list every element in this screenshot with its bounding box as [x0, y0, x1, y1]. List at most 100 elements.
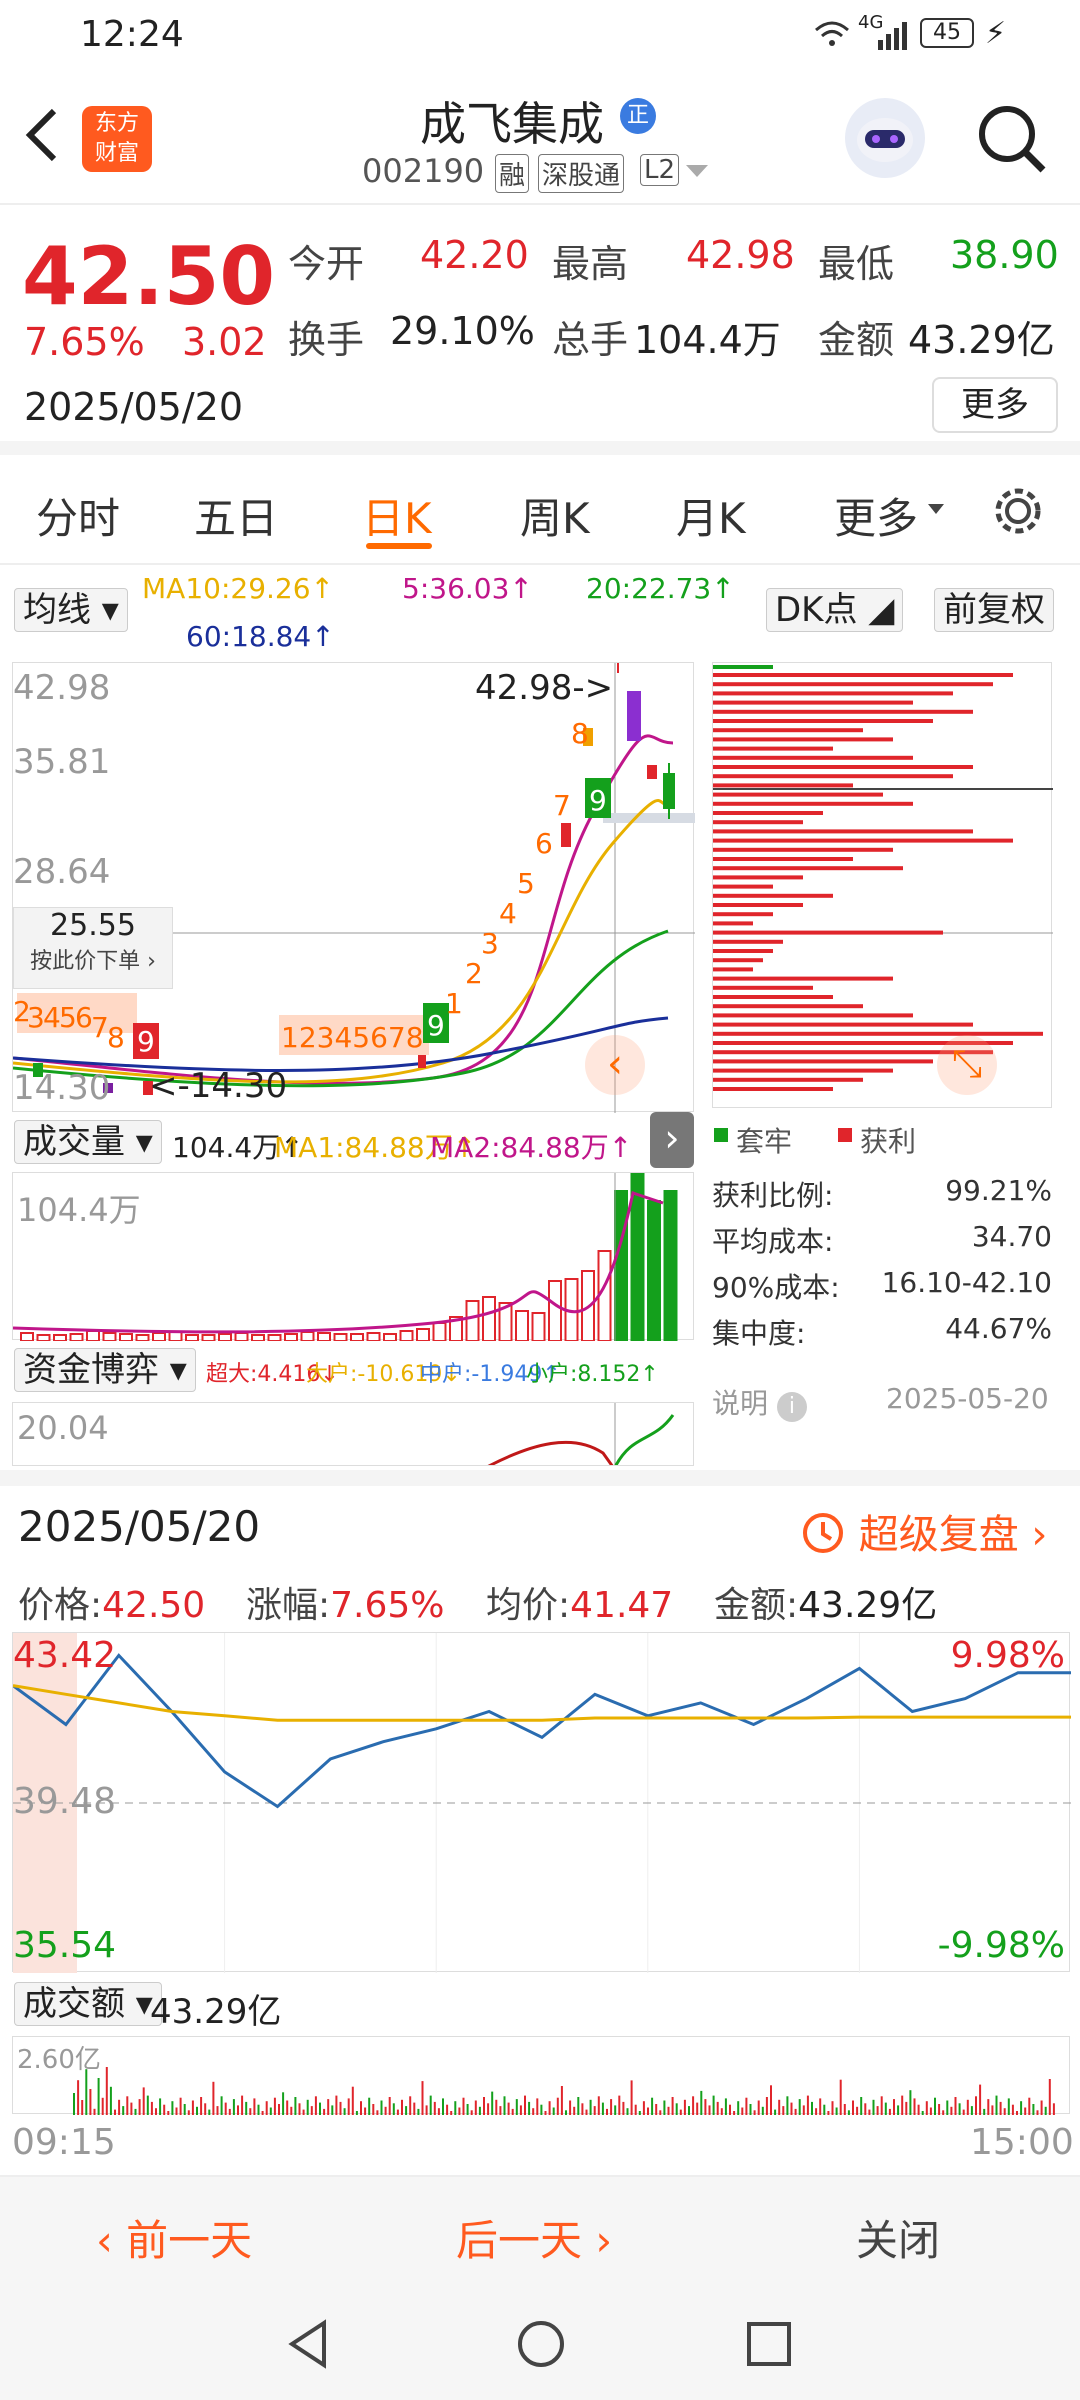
chip-distribution-chart[interactable]: ⤡: [712, 662, 1053, 1108]
amount-bar: [991, 2105, 994, 2115]
amount-bar: [302, 2109, 305, 2115]
more-button[interactable]: 更多: [932, 377, 1058, 433]
amount-bar: [478, 2106, 481, 2115]
amount-bar: [278, 2104, 280, 2115]
tab-intraday[interactable]: 分时: [36, 485, 120, 546]
amount-bar: [183, 2104, 186, 2115]
volume-bar: [234, 1332, 249, 1342]
intraday-chart[interactable]: 43.42 39.48 35.54 9.98% -9.98%: [12, 1632, 1071, 1973]
volume-selector[interactable]: 成交量 ▾: [14, 1120, 162, 1164]
amount-bar: [171, 2101, 174, 2115]
amount-bar: [597, 2096, 600, 2115]
stock-code: 002190: [362, 152, 485, 190]
amount-bar: [421, 2081, 424, 2115]
amount-bar: [323, 2108, 326, 2115]
collapse-chevron-icon[interactable]: ›: [650, 1112, 694, 1168]
chip-bar: [713, 719, 933, 723]
amount-bar: [446, 2104, 449, 2115]
amount-selector[interactable]: 成交额 ▾: [14, 1982, 162, 2026]
chip-bar: [713, 903, 803, 907]
amount-bar: [249, 2108, 252, 2115]
amount-bar: [999, 2101, 1002, 2115]
volume-chart[interactable]: 104.4万: [12, 1170, 694, 1342]
chip-bar: [713, 1059, 933, 1064]
volume-bar: [218, 1333, 232, 1342]
tab-monthly-k[interactable]: 月K: [676, 485, 746, 546]
ma-selector[interactable]: 均线 ▾: [14, 588, 128, 632]
amount-bar: [835, 2107, 838, 2115]
chip-note[interactable]: 说明 i: [712, 1382, 807, 1422]
nav-back-icon[interactable]: [284, 2319, 334, 2373]
amount-bar: [77, 2080, 80, 2115]
chip-bar: [713, 857, 853, 861]
turnover-label: 换手: [288, 318, 365, 362]
chevron-left-icon[interactable]: ‹: [585, 1035, 645, 1095]
adjust-selector[interactable]: 前复权: [934, 588, 1054, 632]
amount-bar: [852, 2100, 854, 2115]
review-pct: 涨幅:7.65%: [246, 1576, 445, 1628]
dropdown-icon[interactable]: [686, 164, 708, 183]
dk-point-selector[interactable]: DK点 ◢: [766, 588, 904, 632]
amount-bar: [429, 2095, 432, 2115]
assistant-avatar[interactable]: [845, 98, 925, 178]
gear-icon[interactable]: [990, 483, 1046, 543]
tab-weekly-k[interactable]: 周K: [520, 485, 590, 546]
chip-stat-row: 集中度: 44.67%: [712, 1312, 1052, 1352]
amount-bar: [847, 2110, 850, 2115]
amount-bar: [175, 2107, 178, 2115]
amount-bar: [191, 2100, 194, 2115]
kline-chart[interactable]: 2345678 9 12345678 9 12345678 9 42.98 35…: [12, 662, 695, 1113]
tab-more[interactable]: 更多: [834, 485, 918, 546]
amount-label: 金额: [818, 318, 895, 362]
volume-bar: [86, 1330, 100, 1342]
amount-bar: [823, 2104, 826, 2115]
fund-chart[interactable]: 20.04: [12, 1402, 694, 1466]
review-pct-k: 涨幅:: [246, 1585, 331, 1626]
intraday-y-bottom: 35.54: [13, 1925, 117, 1966]
amount-bar: [1003, 2108, 1006, 2115]
amount-chart[interactable]: 2.60亿: [12, 2036, 1070, 2115]
price-cursor-box[interactable]: 25.55 按此价下单 ›: [13, 907, 173, 989]
expand-icon[interactable]: ⤡: [937, 1035, 997, 1095]
amount-bar: [593, 2106, 596, 2115]
amount-bar: [462, 2097, 465, 2115]
tab-daily-k[interactable]: 日K: [362, 485, 432, 546]
amount-bar: [163, 2104, 166, 2115]
next-day-button[interactable]: 后一天 ›: [456, 2207, 612, 2268]
logo-text-1: 东方: [94, 111, 139, 136]
amount-bar: [372, 2104, 375, 2115]
super-review-button[interactable]: 超级复盘 ›: [800, 1502, 1047, 1560]
review-amount: 金额:43.29亿: [714, 1576, 937, 1628]
amount-bar: [224, 2102, 227, 2115]
amount-bar: [384, 2106, 387, 2115]
close-button[interactable]: 关闭: [856, 2207, 940, 2268]
amount-bar: [364, 2107, 367, 2115]
chip-stat-row: 平均成本: 34.70: [712, 1220, 1052, 1260]
amount-bar: [396, 2109, 399, 2115]
review-price-v: 42.50: [102, 1585, 206, 1626]
volume-bar: [350, 1333, 364, 1342]
open-value: 42.20: [420, 233, 529, 277]
amount-bar: [909, 2090, 912, 2115]
nav-recents-icon[interactable]: [746, 2321, 792, 2371]
amount-bar: [696, 2102, 699, 2115]
review-amount-v: 43.29亿: [798, 1585, 938, 1626]
search-icon[interactable]: [975, 102, 1049, 180]
amount-bar: [1011, 2104, 1014, 2115]
nav-home-icon[interactable]: [516, 2319, 566, 2373]
prev-day-button[interactable]: ‹ 前一天: [96, 2207, 252, 2268]
amount-bar: [454, 2101, 457, 2115]
fund-selector[interactable]: 资金博弈 ▾: [14, 1348, 196, 1392]
amount-bar: [532, 2108, 535, 2115]
amount-bar: [105, 2067, 108, 2115]
back-icon[interactable]: [22, 105, 62, 169]
svg-text:3: 3: [481, 927, 499, 960]
tab-5day[interactable]: 五日: [194, 485, 278, 546]
amount-bar: [437, 2108, 440, 2115]
chip-bar: [713, 930, 943, 935]
amount-bar: [204, 2103, 207, 2115]
chip-bar: [713, 949, 773, 953]
ma10-value: MA10:29.26↑: [142, 572, 334, 605]
chip-stat-key: 集中度:: [712, 1317, 806, 1350]
amount-bar: [946, 2100, 949, 2115]
